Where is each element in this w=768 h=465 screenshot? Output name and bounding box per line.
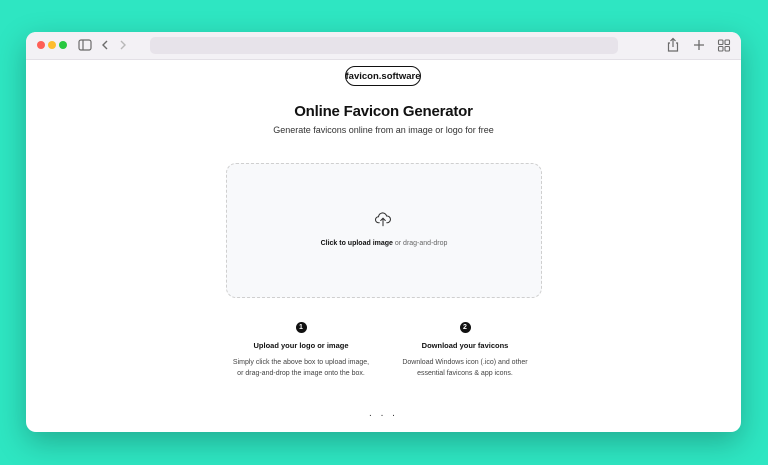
tab-overview-icon[interactable] <box>717 37 731 53</box>
upload-alt-label: or drag-and-drop <box>392 240 448 247</box>
step-description-line: essential favicons & app icons. <box>417 370 513 377</box>
upload-dropzone[interactable]: Click to upload image or drag-and-drop <box>226 163 542 298</box>
minimize-window-button[interactable] <box>48 41 56 49</box>
forward-icon[interactable] <box>118 37 128 53</box>
upload-action-label[interactable]: Click to upload image <box>321 240 393 247</box>
page-title: Online Favicon Generator <box>294 103 473 120</box>
step-download: 2 Download your favicons Download Window… <box>365 322 565 379</box>
cloud-upload-icon <box>375 212 391 227</box>
page-subtitle: Generate favicons online from an image o… <box>273 125 494 135</box>
share-icon[interactable] <box>666 37 680 53</box>
more-content-indicator: . . . <box>369 408 398 419</box>
brand-logo-link[interactable]: favicon.software <box>345 66 421 86</box>
close-window-button[interactable] <box>37 41 45 49</box>
step-description-line: Download Windows icon (.ico) and other <box>402 359 528 366</box>
browser-toolbar <box>26 32 741 60</box>
step-title: Download your favicons <box>421 341 509 350</box>
upload-instruction: Click to upload image or drag-and-drop <box>227 240 541 247</box>
step-description: Download Windows icon (.ico) and other e… <box>365 357 565 379</box>
new-tab-icon[interactable] <box>692 37 706 53</box>
address-bar[interactable] <box>150 37 618 54</box>
step-number-badge: 1 <box>295 322 307 333</box>
page-content: favicon.software Online Favicon Generato… <box>26 60 741 432</box>
step-number-badge: 2 <box>459 322 471 333</box>
sidebar-icon[interactable] <box>78 37 92 53</box>
back-icon[interactable] <box>100 37 110 53</box>
maximize-window-button[interactable] <box>59 41 67 49</box>
browser-window: favicon.software Online Favicon Generato… <box>26 32 741 432</box>
